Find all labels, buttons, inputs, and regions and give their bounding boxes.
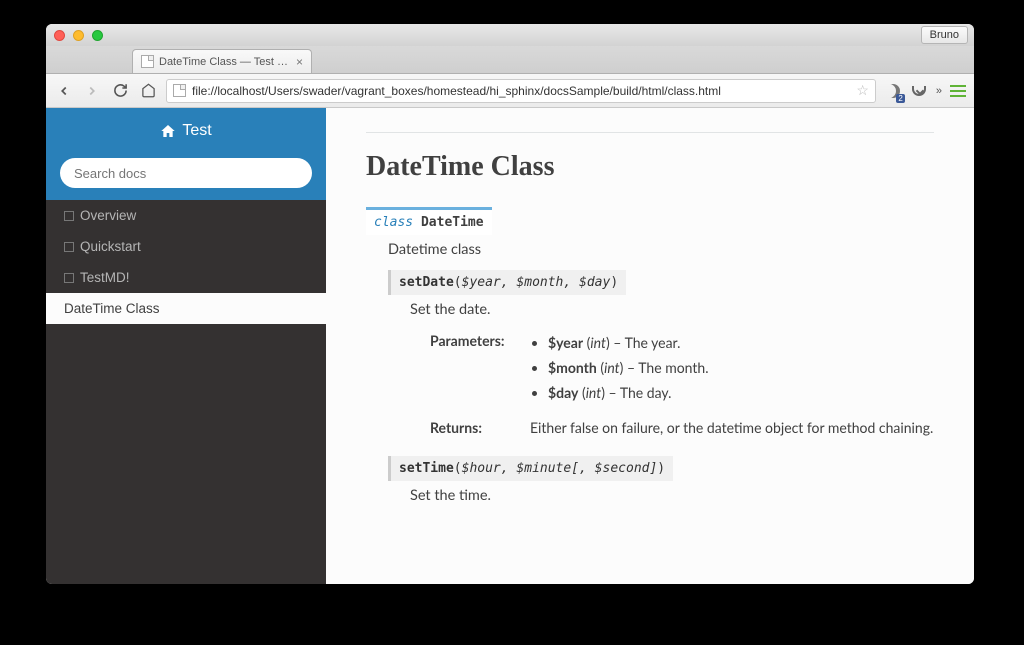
class-keyword: class — [374, 215, 413, 230]
parameters-body: $year (int) – The year. $month (int) – T… — [530, 332, 934, 407]
param-desc: – The month. — [623, 359, 708, 376]
page-title: DateTime Class — [366, 151, 934, 183]
extension-badge: 2 — [896, 94, 904, 103]
parameters-row: Parameters: $year (int) – The year. $mon… — [430, 332, 934, 407]
field-list: Parameters: $year (int) – The year. $mon… — [430, 332, 934, 436]
traffic-lights — [54, 30, 103, 41]
maximize-window-button[interactable] — [92, 30, 103, 41]
tab-strip: DateTime Class — Test 1 d × — [46, 46, 974, 74]
sidebar-nav: Overview Quickstart TestMD! DateTime Cla… — [46, 200, 326, 324]
sidebar-header: Test — [46, 108, 326, 158]
user-profile-button[interactable]: Bruno — [921, 26, 968, 44]
address-bar[interactable]: file://localhost/Users/swader/vagrant_bo… — [166, 79, 876, 103]
param-desc: – The year. — [610, 334, 681, 351]
sidebar-home-label: Test — [182, 122, 211, 140]
page-content: Test Overview Quickstart TestMD! DateTim… — [46, 108, 974, 584]
sidebar-home-link[interactable]: Test — [160, 122, 211, 140]
bookmark-star-icon[interactable]: ☆ — [856, 82, 869, 99]
method-params: $year, $month, $day — [462, 275, 611, 290]
nav-bullet-icon — [64, 273, 74, 283]
reload-button[interactable] — [110, 81, 130, 101]
forward-button[interactable] — [82, 81, 102, 101]
class-signature: class DateTime — [366, 207, 492, 235]
method-name: setTime — [399, 461, 454, 476]
method-signature: setTime($hour, $minute[, $second]) — [388, 456, 673, 481]
close-window-button[interactable] — [54, 30, 65, 41]
sidebar-item-label: Quickstart — [80, 239, 141, 254]
class-description: Datetime class — [388, 241, 934, 258]
home-button[interactable] — [138, 81, 158, 101]
content-divider — [366, 132, 934, 133]
param-name: $day — [548, 384, 578, 401]
minimize-window-button[interactable] — [73, 30, 84, 41]
url-text: file://localhost/Users/swader/vagrant_bo… — [192, 84, 850, 98]
page-favicon-icon — [141, 55, 154, 68]
nav-bullet-icon — [64, 242, 74, 252]
parameters-label: Parameters: — [430, 332, 530, 407]
browser-window: Bruno DateTime Class — Test 1 d × file:/… — [46, 24, 974, 584]
method-setdate: setDate($year, $month, $day) Set the dat… — [388, 270, 934, 436]
returns-label: Returns: — [430, 419, 530, 436]
tab-title: DateTime Class — Test 1 d — [159, 56, 291, 68]
search-input[interactable] — [60, 158, 312, 188]
sidebar-item-label: TestMD! — [80, 270, 130, 285]
sidebar-item-overview[interactable]: Overview — [46, 200, 326, 231]
sidebar-item-label: DateTime Class — [64, 301, 160, 316]
docs-sidebar: Test Overview Quickstart TestMD! DateTim… — [46, 108, 326, 584]
sidebar-search-wrap — [46, 158, 326, 200]
toolbar: file://localhost/Users/swader/vagrant_bo… — [46, 74, 974, 108]
pocket-extension-icon[interactable] — [910, 82, 928, 100]
param-type: int — [586, 384, 602, 401]
method-description: Set the time. — [410, 487, 934, 504]
sidebar-item-quickstart[interactable]: Quickstart — [46, 231, 326, 262]
param-type: int — [604, 359, 620, 376]
method-name: setDate — [399, 275, 454, 290]
param-item: $month (int) – The month. — [548, 357, 934, 378]
method-settime: setTime($hour, $minute[, $second]) Set t… — [388, 456, 934, 504]
nav-bullet-icon — [64, 211, 74, 221]
back-button[interactable] — [54, 81, 74, 101]
sidebar-item-datetime[interactable]: DateTime Class — [46, 293, 326, 324]
main-content: DateTime Class class DateTime Datetime c… — [326, 108, 974, 584]
titlebar: Bruno — [46, 24, 974, 46]
extensions-overflow-icon[interactable]: » — [936, 85, 942, 97]
home-icon — [160, 123, 176, 139]
class-name: DateTime — [421, 215, 484, 230]
returns-body: Either false on failure, or the datetime… — [530, 419, 934, 436]
param-item: $day (int) – The day. — [548, 382, 934, 403]
method-signature: setDate($year, $month, $day) — [388, 270, 626, 295]
param-name: $year — [548, 334, 583, 351]
param-name: $month — [548, 359, 597, 376]
browser-tab[interactable]: DateTime Class — Test 1 d × — [132, 49, 312, 73]
menu-hamburger-icon[interactable] — [950, 85, 966, 97]
method-params: $hour, $minute — [462, 461, 572, 476]
url-favicon-icon — [173, 84, 186, 97]
method-description: Set the date. — [410, 301, 934, 318]
night-mode-extension-icon[interactable]: 2 — [884, 82, 902, 100]
returns-row: Returns: Either false on failure, or the… — [430, 419, 934, 436]
param-item: $year (int) – The year. — [548, 332, 934, 353]
tab-close-icon[interactable]: × — [296, 55, 303, 69]
method-optional-params: [, $second] — [571, 461, 657, 476]
param-type: int — [590, 334, 606, 351]
sidebar-item-testmd[interactable]: TestMD! — [46, 262, 326, 293]
sidebar-item-label: Overview — [80, 208, 136, 223]
param-desc: – The day. — [605, 384, 671, 401]
